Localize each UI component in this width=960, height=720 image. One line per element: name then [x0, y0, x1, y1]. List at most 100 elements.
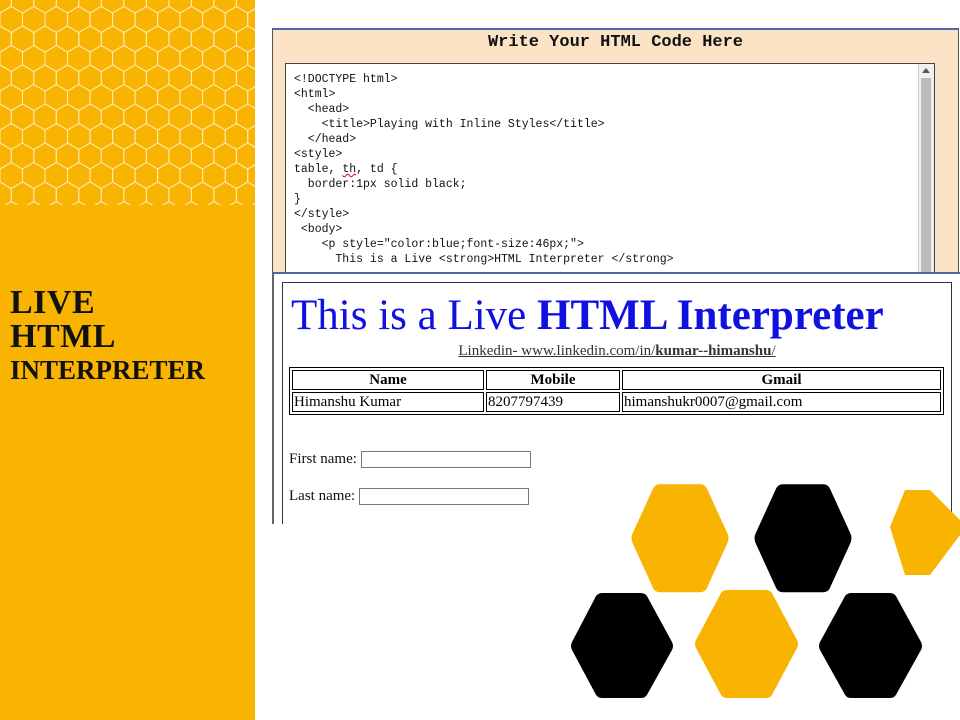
- pattern-hexagon: [145, 103, 170, 131]
- pattern-hexagon: [224, 44, 249, 73]
- pattern-hexagon: [78, 25, 102, 53]
- live-heading-strong: HTML Interpreter: [537, 292, 884, 339]
- pattern-hexagon: [123, 142, 147, 170]
- pattern-hexagon: [157, 5, 181, 34]
- pattern-hexagon: [134, 161, 159, 190]
- hexagon-yellow: [695, 590, 798, 698]
- pattern-hexagon: [26, 200, 41, 205]
- header-mobile: Mobile: [486, 370, 620, 390]
- scroll-up-arrow-icon[interactable]: [922, 68, 930, 73]
- pattern-hexagon: [0, 83, 23, 112]
- pattern-hexagon: [202, 5, 226, 34]
- pattern-hexagon: [100, 25, 125, 53]
- left-panel: LIVE HTML INTERPRETER: [0, 0, 255, 720]
- pattern-hexagon: [4, 200, 19, 205]
- pattern-hexagon: [55, 181, 80, 205]
- pattern-hexagon: [89, 44, 114, 73]
- pattern-hexagon: [202, 161, 226, 190]
- cell-mobile: 8207797439: [486, 392, 620, 412]
- pattern-hexagon: [67, 83, 91, 112]
- pattern-hexagon: [123, 181, 147, 205]
- pattern-hexagon: [235, 0, 255, 14]
- first-name-input[interactable]: [360, 451, 531, 468]
- pattern-hexagon: [145, 142, 170, 170]
- pattern-hexagon: [100, 181, 125, 205]
- pattern-hexagon: [179, 161, 204, 190]
- slide-title: LIVE HTML INTERPRETER: [10, 286, 205, 384]
- last-name-input[interactable]: [359, 488, 530, 505]
- pattern-hexagon: [235, 103, 255, 131]
- cell-gmail: himanshukr0007@gmail.com: [622, 392, 941, 412]
- pattern-hexagon: [0, 122, 23, 151]
- pattern-hexagon: [157, 44, 181, 73]
- pattern-hexagon: [202, 83, 226, 112]
- pattern-hexagon: [89, 5, 114, 34]
- pattern-hexagon: [112, 161, 136, 190]
- contact-table: Name Mobile Gmail Himanshu Kumar 8207797…: [289, 367, 944, 415]
- editor-heading: Write Your HTML Code Here: [487, 33, 744, 52]
- pattern-hexagon: [100, 142, 125, 170]
- pattern-hexagon: [235, 25, 255, 53]
- pattern-hexagon: [67, 5, 91, 34]
- pattern-hexagon: [235, 142, 255, 170]
- pattern-hexagon: [67, 44, 91, 73]
- pattern-hexagon: [33, 64, 57, 92]
- decorative-hexagons: [571, 484, 960, 698]
- pattern-hexagon: [251, 203, 255, 205]
- pattern-hexagon: [33, 25, 57, 53]
- pattern-hexagon: [157, 161, 181, 190]
- pattern-hexagon: [123, 0, 147, 14]
- hexagon-yellow: [890, 490, 960, 575]
- pattern-hexagon: [190, 64, 215, 92]
- pattern-hexagon: [89, 83, 114, 112]
- pattern-hexagon: [55, 64, 80, 92]
- pattern-hexagon: [213, 64, 237, 92]
- pattern-hexagon: [184, 200, 199, 205]
- code-line: border:1px solid black;: [294, 178, 467, 191]
- slide-title-line1: LIVE: [10, 284, 96, 321]
- pattern-hexagon: [213, 142, 237, 170]
- cell-name: Himanshu Kumar: [292, 392, 484, 412]
- code-line: <style>: [294, 148, 343, 161]
- code-line: <body>: [294, 223, 343, 236]
- pattern-hexagon: [33, 181, 57, 205]
- pattern-hexagon: [168, 64, 192, 92]
- pattern-hexagon: [78, 181, 102, 205]
- header-gmail: Gmail: [622, 370, 941, 390]
- code-line: </style>: [294, 208, 350, 221]
- code-text[interactable]: <!DOCTYPE html> <html> <head> <title>Pla…: [286, 64, 934, 267]
- pattern-hexagon: [22, 83, 46, 112]
- pattern-hexagon: [190, 103, 215, 131]
- pattern-hexagon: [224, 5, 249, 34]
- header-name: Name: [292, 370, 484, 390]
- pattern-hexagon: [0, 161, 23, 190]
- pattern-hexagon: [89, 161, 114, 190]
- table-header-row: Name Mobile Gmail: [292, 370, 941, 390]
- pattern-hexagon: [33, 142, 57, 170]
- pattern-hexagon: [10, 142, 35, 170]
- pattern-hexagon: [78, 0, 102, 14]
- pattern-hexagon: [213, 0, 237, 14]
- pattern-hexagon: [10, 0, 35, 14]
- pattern-hexagon: [49, 200, 64, 205]
- pattern-hexagon: [179, 83, 204, 112]
- editor-scrollbar[interactable]: [918, 64, 934, 273]
- pattern-hexagon: [55, 142, 80, 170]
- live-heading-plain: This is a Live: [291, 292, 538, 339]
- code-line: <head>: [294, 103, 350, 116]
- pattern-hexagon: [67, 122, 91, 151]
- pattern-hexagon: [67, 161, 91, 190]
- spellcheck-underline: th: [342, 163, 357, 176]
- pattern-hexagon: [145, 0, 170, 14]
- code-line: <html>: [294, 88, 336, 101]
- linkedin-link[interactable]: Linkedin- www.linkedin.com/in/kumar--him…: [283, 343, 951, 360]
- scroll-thumb[interactable]: [921, 78, 931, 273]
- pattern-hexagon: [55, 0, 80, 14]
- pattern-hexagon: [145, 181, 170, 205]
- live-heading: This is a Live HTML Interpreter: [291, 291, 884, 340]
- pattern-hexagon: [179, 44, 204, 73]
- code-editor-panel: Write Your HTML Code Here <!DOCTYPE html…: [272, 28, 959, 274]
- code-textarea[interactable]: <!DOCTYPE html> <html> <head> <title>Pla…: [285, 63, 935, 274]
- first-name-label: First name:: [289, 451, 357, 467]
- pattern-hexagon: [10, 103, 35, 131]
